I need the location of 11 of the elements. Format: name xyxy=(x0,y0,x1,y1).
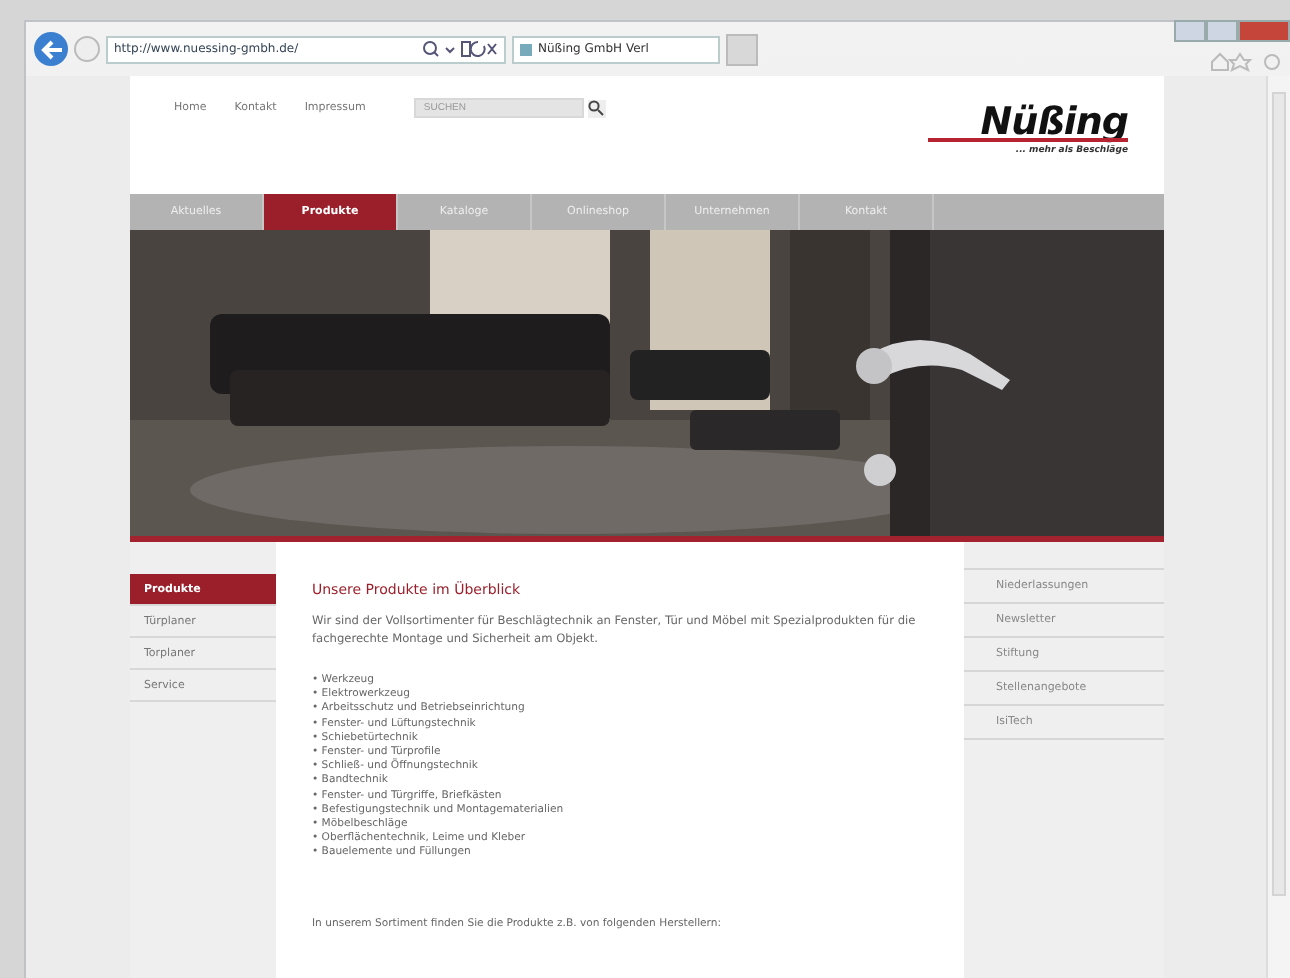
logo[interactable]: Nüßing xyxy=(980,104,1128,142)
minimize-button[interactable] xyxy=(1174,20,1206,42)
toolbar-icons[interactable] xyxy=(1210,51,1286,71)
close-button[interactable] xyxy=(1238,20,1290,42)
forward-button[interactable] xyxy=(74,36,100,62)
address-bar-icons[interactable] xyxy=(422,40,498,58)
maximize-button[interactable] xyxy=(1206,20,1238,42)
search-button[interactable] xyxy=(587,99,606,117)
back-button[interactable] xyxy=(34,32,68,66)
new-tab-button[interactable] xyxy=(726,33,758,65)
scrollbar[interactable] xyxy=(1266,76,1290,978)
